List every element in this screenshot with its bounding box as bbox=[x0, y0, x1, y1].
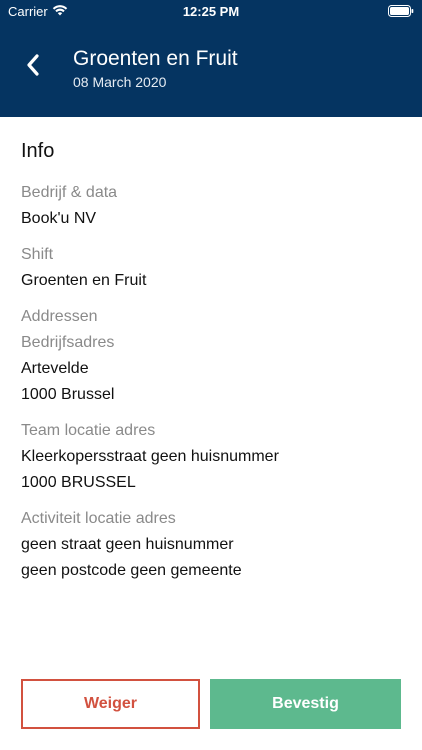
company-address-line2: 1000 Brussel bbox=[21, 386, 115, 403]
company-label: Bedrijf & data bbox=[21, 184, 118, 201]
activity-location-line1: geen straat geen huisnummer bbox=[21, 536, 234, 553]
chevron-left-icon bbox=[27, 54, 39, 76]
status-bar: Carrier 12:25 PM bbox=[0, 0, 422, 24]
page-date: 08 March 2020 bbox=[73, 74, 167, 90]
company-address-line1: Artevelde bbox=[21, 360, 89, 377]
header: Carrier 12:25 PM Groenten en Fruit 08 Ma… bbox=[0, 0, 422, 117]
addresses-label: Addressen bbox=[21, 308, 98, 325]
info-section: Info Bedrijf & data Book'u NV Shift Groe… bbox=[21, 140, 401, 584]
app-screen: Carrier 12:25 PM Groenten en Fruit 08 Ma… bbox=[0, 0, 422, 750]
team-location-line2: 1000 BRUSSEL bbox=[21, 474, 136, 491]
activity-location-line2: geen postcode geen gemeente bbox=[21, 562, 242, 579]
company-address-label: Bedrijfsadres bbox=[21, 334, 115, 351]
back-button[interactable] bbox=[18, 48, 48, 82]
status-time: 12:25 PM bbox=[182, 4, 240, 19]
activity-location-label: Activiteit locatie adres bbox=[21, 510, 176, 527]
team-location-line1: Kleerkopersstraat geen huisnummer bbox=[21, 448, 279, 465]
decline-button[interactable]: Weiger bbox=[21, 679, 200, 729]
shift-value: Groenten en Fruit bbox=[21, 272, 147, 289]
section-title: Info bbox=[21, 140, 55, 162]
confirm-button[interactable]: Bevestig bbox=[210, 679, 401, 729]
team-location-label: Team locatie adres bbox=[21, 422, 156, 439]
battery-icon bbox=[388, 5, 414, 20]
page-title: Groenten en Fruit bbox=[73, 47, 238, 70]
company-value: Book'u NV bbox=[21, 210, 97, 227]
shift-label: Shift bbox=[21, 246, 54, 263]
